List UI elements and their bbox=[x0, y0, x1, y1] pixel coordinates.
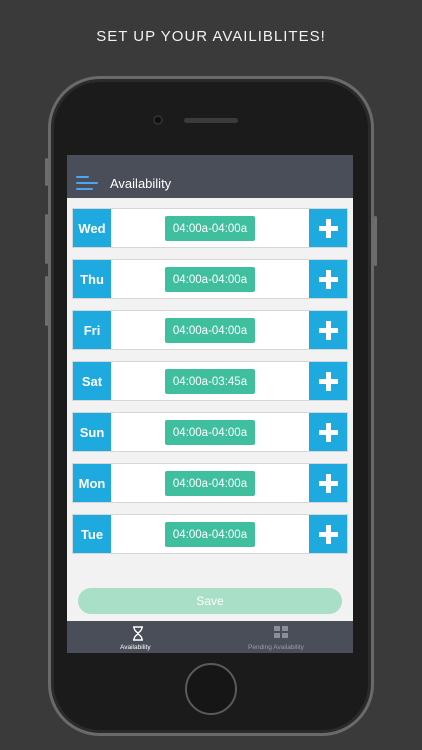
plus-icon bbox=[318, 320, 338, 340]
plus-icon bbox=[318, 473, 338, 493]
hamburger-menu-icon[interactable] bbox=[76, 176, 98, 190]
tab-pending-availability-label: Pending Availability bbox=[248, 644, 304, 651]
day-label: Thu bbox=[73, 260, 111, 298]
day-label: Sun bbox=[73, 413, 111, 451]
hourglass-icon bbox=[133, 626, 143, 641]
add-time-slot-button[interactable] bbox=[309, 311, 347, 349]
plus-icon bbox=[318, 422, 338, 442]
add-time-slot-button[interactable] bbox=[309, 464, 347, 502]
save-button[interactable]: Save bbox=[78, 588, 342, 614]
add-time-slot-button[interactable] bbox=[309, 413, 347, 451]
day-row: Tue 04:00a-04:00a bbox=[72, 514, 348, 554]
app-screen: Availability Wed 04:00a-04:00a Thu 04:00a-0… bbox=[67, 155, 353, 653]
top-navigation-bar: Availability bbox=[67, 155, 353, 198]
time-slot-button[interactable]: 04:00a-04:00a bbox=[165, 471, 255, 496]
phone-power-button bbox=[374, 216, 377, 266]
time-slot-button[interactable]: 04:00a-04:00a bbox=[165, 522, 255, 547]
day-label: Mon bbox=[73, 464, 111, 502]
day-row: Sat 04:00a-03:45a bbox=[72, 361, 348, 401]
add-time-slot-button[interactable] bbox=[309, 209, 347, 247]
time-slot-button[interactable]: 04:00a-04:00a bbox=[165, 267, 255, 292]
add-time-slot-button[interactable] bbox=[309, 260, 347, 298]
plus-icon bbox=[318, 371, 338, 391]
day-row: Wed 04:00a-04:00a bbox=[72, 208, 348, 248]
day-label: Tue bbox=[73, 515, 111, 553]
plus-icon bbox=[318, 269, 338, 289]
earpiece-speaker bbox=[184, 118, 238, 123]
day-row: Sun 04:00a-04:00a bbox=[72, 412, 348, 452]
time-slot-button[interactable]: 04:00a-04:00a bbox=[165, 318, 255, 343]
tab-pending-availability[interactable]: Pending Availability bbox=[210, 621, 353, 653]
day-label: Wed bbox=[73, 209, 111, 247]
time-slot-button[interactable]: 04:00a-03:45a bbox=[165, 369, 255, 394]
add-time-slot-button[interactable] bbox=[309, 362, 347, 400]
front-camera bbox=[153, 115, 163, 125]
time-slot-button[interactable]: 04:00a-04:00a bbox=[165, 420, 255, 445]
add-time-slot-button[interactable] bbox=[309, 515, 347, 553]
grid-icon bbox=[274, 626, 288, 639]
plus-icon bbox=[318, 218, 338, 238]
day-row: Fri 04:00a-04:00a bbox=[72, 310, 348, 350]
bottom-tab-bar: Availability Pending Availability bbox=[67, 621, 353, 653]
availability-list: Wed 04:00a-04:00a Thu 04:00a-04:00a Fri 04:00… bbox=[72, 208, 348, 565]
plus-icon bbox=[318, 524, 338, 544]
day-row: Thu 04:00a-04:00a bbox=[72, 259, 348, 299]
day-label: Fri bbox=[73, 311, 111, 349]
time-slot-button[interactable]: 04:00a-04:00a bbox=[165, 216, 255, 241]
tab-availability-label: Availability bbox=[120, 644, 151, 651]
promo-headline: SET UP YOUR AVAILIBLITES! bbox=[96, 28, 326, 45]
home-button[interactable] bbox=[185, 663, 237, 715]
tab-availability[interactable]: Availability bbox=[67, 621, 210, 653]
day-row: Mon 04:00a-04:00a bbox=[72, 463, 348, 503]
day-label: Sat bbox=[73, 362, 111, 400]
page-title: Availability bbox=[110, 176, 172, 191]
